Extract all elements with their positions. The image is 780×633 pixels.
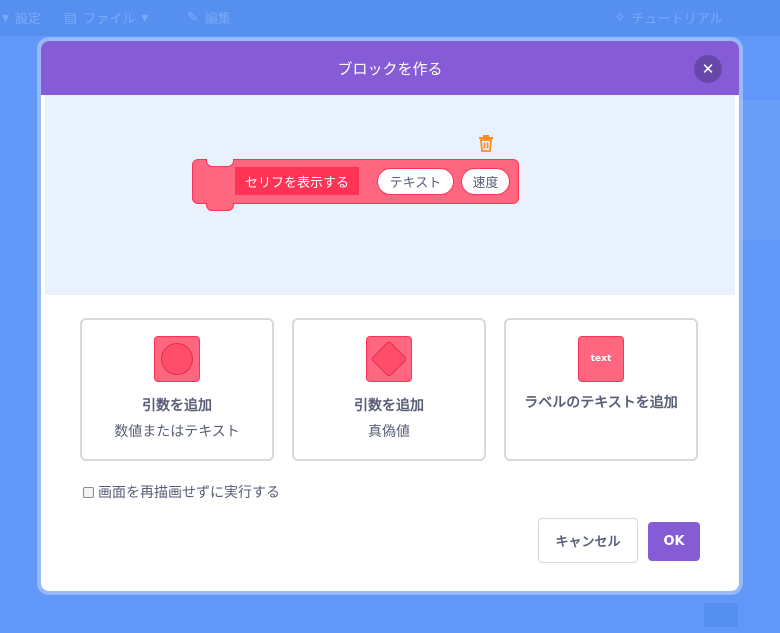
run-without-refresh-label: 画面を再描画せずに実行する	[98, 485, 280, 501]
block-notch	[206, 159, 234, 167]
dialog-title: ブロックを作る	[337, 59, 443, 78]
block-preview-area: セリフを表示する テキスト 速度	[45, 95, 735, 295]
add-input-boolean-button[interactable]: 引数を追加 真偽値	[292, 318, 486, 461]
add-options: 引数を追加 数値またはテキスト 引数を追加 真偽値 text ラベルのテキストを…	[80, 318, 700, 463]
make-block-dialog: ブロックを作る ✕ セリフを表示する テキスト 速度 引数を追加 数値またはテキ…	[41, 41, 739, 591]
option-subtitle: 真偽値	[368, 424, 410, 440]
add-input-number-text-button[interactable]: 引数を追加 数値またはテキスト	[80, 318, 274, 461]
block-arg-text[interactable]: テキスト	[377, 168, 454, 195]
close-icon: ✕	[701, 60, 715, 78]
run-without-refresh-checkbox[interactable]	[83, 486, 94, 498]
dialog-header: ブロックを作る ✕	[41, 41, 739, 95]
block-arg-speed[interactable]: 速度	[461, 168, 510, 195]
option-title: 引数を追加	[354, 398, 424, 414]
round-shape	[161, 343, 193, 375]
text-label-icon: text	[578, 336, 624, 382]
option-title: 引数を追加	[142, 398, 212, 414]
boolean-input-icon	[366, 336, 412, 382]
add-label-text-button[interactable]: text ラベルのテキストを追加	[504, 318, 698, 461]
run-without-refresh-row[interactable]: 画面を再描画せずに実行する	[83, 482, 280, 502]
trash-icon[interactable]	[476, 133, 496, 153]
option-title: ラベルのテキストを追加	[524, 395, 678, 411]
ok-button[interactable]: OK	[648, 522, 700, 561]
round-input-icon	[154, 336, 200, 382]
block-label-input[interactable]: セリフを表示する	[235, 167, 360, 195]
text-label-icon-text: text	[590, 354, 612, 364]
cancel-button[interactable]: キャンセル	[538, 518, 638, 563]
option-subtitle: 数値またはテキスト	[114, 424, 240, 440]
custom-block: セリフを表示する テキスト 速度	[192, 159, 519, 211]
diamond-shape	[370, 340, 408, 378]
close-button[interactable]: ✕	[694, 55, 722, 83]
block-tab	[206, 203, 234, 211]
